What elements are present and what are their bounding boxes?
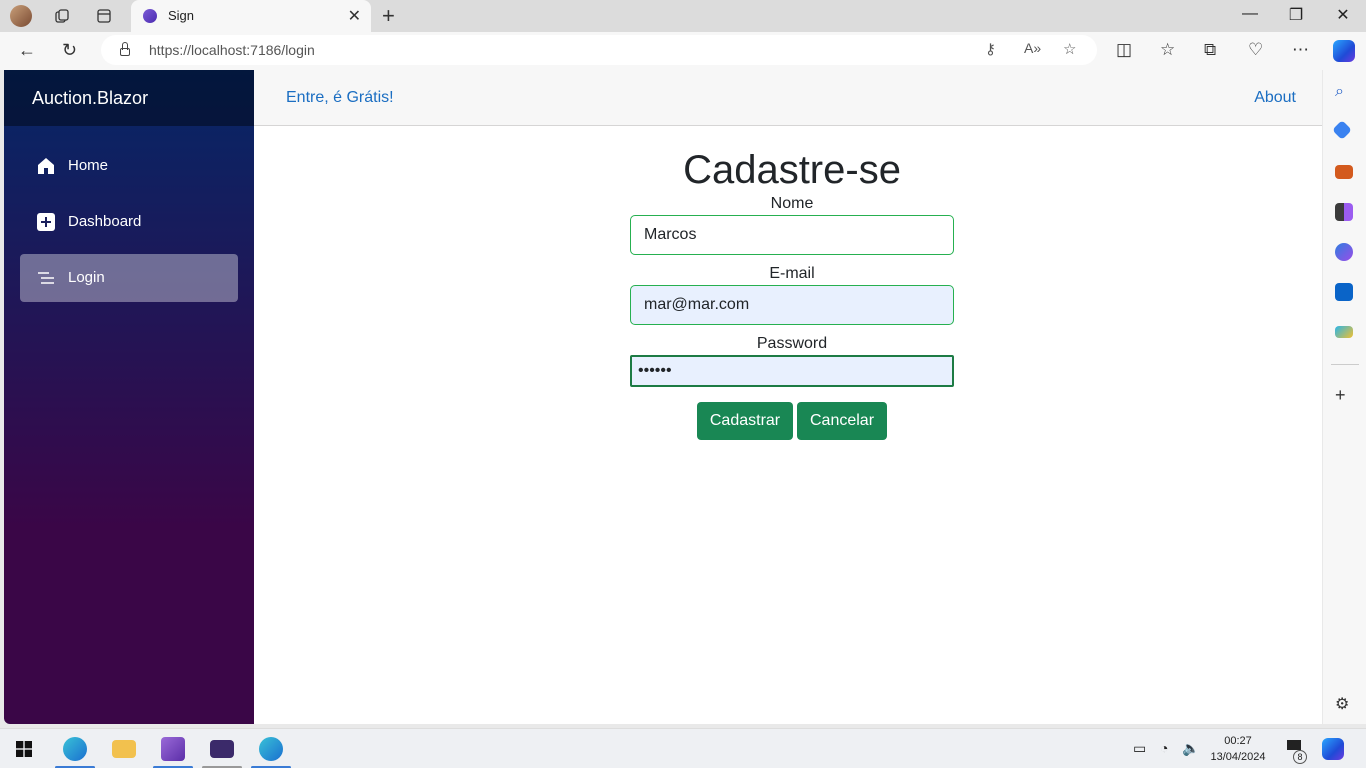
web-page: Auction.Blazor Home Dashboard Login Entr…	[4, 70, 1322, 724]
tab-actions-icon[interactable]	[92, 4, 116, 28]
nav-label-login: Login	[68, 269, 105, 286]
tools-briefcase-icon[interactable]	[1335, 165, 1353, 179]
sidebar-settings-icon[interactable]: ⚙	[1335, 696, 1353, 714]
favorites-icon[interactable]: ☆	[1160, 40, 1175, 60]
network-icon[interactable]: ◔	[1160, 740, 1168, 756]
nav-label-dashboard: Dashboard	[68, 213, 142, 230]
split-screen-icon[interactable]: ◫	[1116, 40, 1132, 60]
signup-free-link[interactable]: Entre, é Grátis!	[286, 89, 394, 107]
about-link[interactable]: About	[1254, 89, 1296, 107]
clock-time: 00:27	[1224, 735, 1252, 747]
blazor-favicon-icon	[143, 9, 157, 23]
clock[interactable]: 00:27 13/04/2024	[1208, 733, 1268, 765]
microsoft365-icon[interactable]	[1335, 243, 1353, 261]
outlook-icon[interactable]	[1335, 283, 1353, 301]
nav-item-login[interactable]: Login	[20, 254, 238, 302]
sidebar-divider	[1331, 364, 1359, 365]
new-tab-icon[interactable]: +	[382, 3, 395, 29]
key-icon[interactable]: ⚷	[985, 40, 996, 58]
top-row: Entre, é Grátis! About	[254, 70, 1322, 126]
favorite-star-icon[interactable]: ☆	[1063, 40, 1076, 58]
name-label: Nome	[770, 195, 814, 212]
edge-sidebar: ⌕ + ⚙	[1323, 70, 1366, 724]
tab-close-icon[interactable]: ✕	[348, 6, 361, 26]
edge-taskbar-icon-2[interactable]	[259, 737, 283, 761]
page-title: Cadastre-se	[683, 148, 901, 192]
copilot-taskbar-icon[interactable]	[1322, 738, 1344, 760]
nav-item-home[interactable]: Home	[20, 142, 238, 190]
console-icon[interactable]	[210, 740, 234, 758]
notification-badge: 8	[1293, 750, 1307, 764]
shopping-tag-icon[interactable]	[1332, 120, 1352, 140]
plus-square-icon	[36, 212, 56, 232]
visual-studio-icon[interactable]	[161, 737, 185, 761]
email-label: E-mail	[769, 265, 815, 282]
home-icon	[36, 156, 56, 176]
battery-icon[interactable]: ▭	[1133, 740, 1146, 757]
list-icon	[36, 268, 56, 288]
email-field[interactable]	[630, 285, 954, 325]
search-icon[interactable]: ⌕	[1335, 83, 1353, 101]
clock-date: 13/04/2024	[1210, 751, 1266, 763]
windows-start-icon[interactable]	[16, 741, 32, 762]
browser-toolbar: ← ↻ https://localhost:7186/login ⚷ A» ☆ …	[0, 32, 1366, 70]
more-menu-icon[interactable]: ⋯	[1292, 40, 1309, 60]
address-bar[interactable]: https://localhost:7186/login ⚷ A» ☆	[101, 35, 1097, 65]
app-sidebar: Auction.Blazor Home Dashboard Login	[4, 70, 254, 724]
file-explorer-icon[interactable]	[112, 740, 136, 758]
tab-title: Sign	[168, 8, 195, 23]
browser-essentials-icon[interactable]: ♡	[1248, 40, 1263, 60]
back-icon[interactable]: ←	[18, 40, 36, 61]
brand-row: Auction.Blazor	[4, 70, 254, 126]
window-close-icon[interactable]: ✕	[1328, 5, 1358, 25]
copilot-icon[interactable]	[1333, 40, 1355, 62]
brand-link[interactable]: Auction.Blazor	[32, 88, 148, 109]
refresh-icon[interactable]: ↻	[62, 40, 77, 61]
nav-label-home: Home	[68, 157, 109, 174]
collections-icon[interactable]: ⧉	[1204, 40, 1216, 60]
name-field[interactable]	[630, 215, 954, 255]
restore-icon[interactable]: ❐	[1281, 5, 1311, 25]
minimize-icon[interactable]: —	[1235, 5, 1265, 23]
workspaces-icon[interactable]	[50, 4, 74, 28]
read-aloud-icon[interactable]: A»	[1024, 40, 1041, 56]
browser-tab[interactable]: Sign ✕	[131, 0, 371, 32]
submit-button[interactable]: Cadastrar	[697, 402, 793, 440]
browser-tab-strip: Sign ✕ + — ❐ ✕	[0, 0, 1366, 32]
profile-avatar-icon[interactable]	[9, 4, 33, 28]
lock-icon[interactable]	[119, 42, 131, 56]
add-sidebar-app-icon[interactable]: +	[1335, 386, 1353, 404]
volume-icon[interactable]: 🔈	[1182, 740, 1199, 757]
windows-taskbar: ▭ ◔ 🔈 00:27 13/04/2024 8	[0, 728, 1366, 768]
drop-icon[interactable]	[1335, 326, 1353, 338]
games-icon[interactable]	[1335, 203, 1353, 221]
main-content: Cadastre-se Nome E-mail Password Cadastr…	[254, 126, 1322, 724]
edge-taskbar-icon[interactable]	[63, 737, 87, 761]
password-label: Password	[756, 335, 828, 352]
cancel-button[interactable]: Cancelar	[797, 402, 887, 440]
nav-item-dashboard[interactable]: Dashboard	[20, 198, 238, 246]
url-text[interactable]: https://localhost:7186/login	[149, 42, 315, 58]
password-field[interactable]	[630, 355, 954, 387]
